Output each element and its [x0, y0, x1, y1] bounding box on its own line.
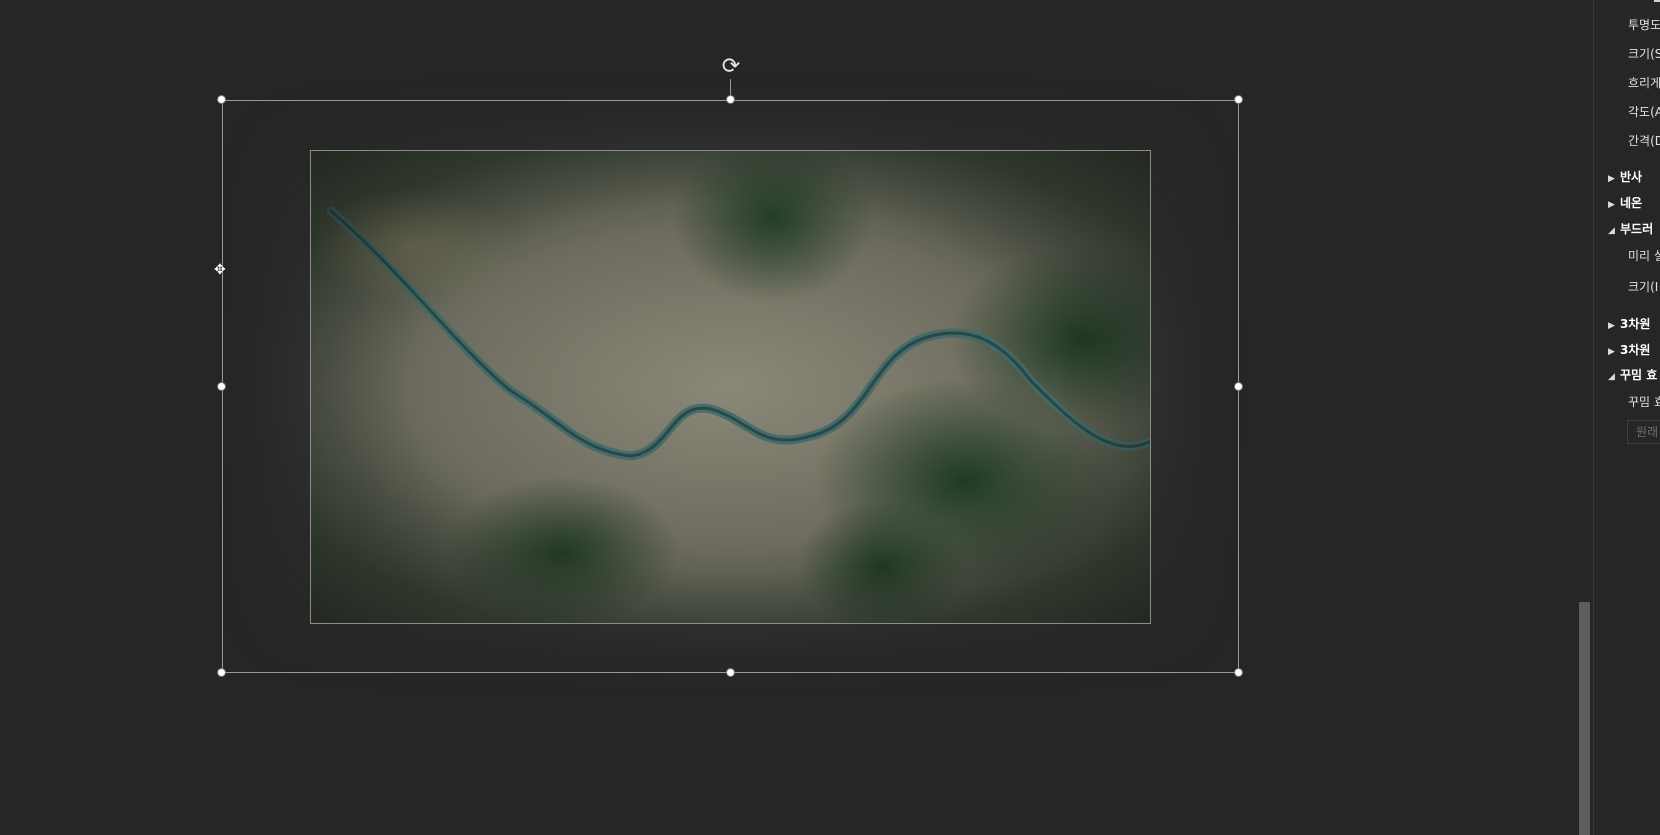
soft-edge-size-label: 크기(I	[1628, 280, 1659, 294]
scrollbar-thumb[interactable]	[1579, 602, 1590, 835]
collapse-arrow-icon: ◢	[1608, 372, 1615, 382]
soft-edge-preset-label: 미리 설	[1628, 249, 1660, 263]
artistic-effect-label: 꾸밈 효	[1628, 395, 1660, 409]
collapse-arrow-icon: ◢	[1608, 226, 1615, 236]
resize-handle-bottom-left[interactable]	[217, 668, 226, 677]
move-cursor-icon: ✥	[214, 262, 226, 278]
distance-label: 간격(D	[1628, 134, 1660, 148]
section-artistic-effects[interactable]: ◢ 꾸밈 효	[1608, 366, 1657, 383]
blur-label: 흐리게	[1628, 76, 1660, 90]
reset-button[interactable]: 원래	[1627, 420, 1660, 444]
collapsed-indicator	[1654, 0, 1660, 2]
rotate-handle-icon[interactable]: ⟳	[718, 54, 744, 80]
section-glow[interactable]: ▶ 네온	[1608, 194, 1642, 211]
resize-handle-top-left[interactable]	[217, 95, 226, 104]
transparency-label: 투명도	[1628, 18, 1660, 32]
expand-arrow-icon: ▶	[1608, 347, 1615, 357]
section-reflection[interactable]: ▶ 반사	[1608, 168, 1642, 185]
resize-handle-left[interactable]	[217, 382, 226, 391]
resize-handle-bottom[interactable]	[726, 668, 735, 677]
resize-handle-top-right[interactable]	[1234, 95, 1243, 104]
section-3d-rotation[interactable]: ▶ 3차원	[1608, 341, 1650, 358]
section-soft-edges[interactable]: ◢ 부드러	[1608, 220, 1653, 237]
angle-label: 각도(A	[1628, 105, 1660, 119]
format-picture-panel: 투명도 크기(S 흐리게 각도(A 간격(D ▶ 반사 ▶ 네온 ◢ 부드러 미리 설…	[1594, 0, 1660, 835]
resize-handle-bottom-right[interactable]	[1234, 668, 1243, 677]
expand-arrow-icon: ▶	[1608, 321, 1615, 331]
section-3d-format[interactable]: ▶ 3차원	[1608, 315, 1650, 332]
expand-arrow-icon: ▶	[1608, 174, 1615, 184]
size-label: 크기(S	[1628, 47, 1660, 61]
resize-handle-right[interactable]	[1234, 382, 1243, 391]
expand-arrow-icon: ▶	[1608, 200, 1615, 210]
selection-frame[interactable]	[222, 100, 1239, 673]
resize-handle-top[interactable]	[726, 95, 735, 104]
slide-canvas[interactable]: ⟳ ✥	[0, 0, 1580, 835]
